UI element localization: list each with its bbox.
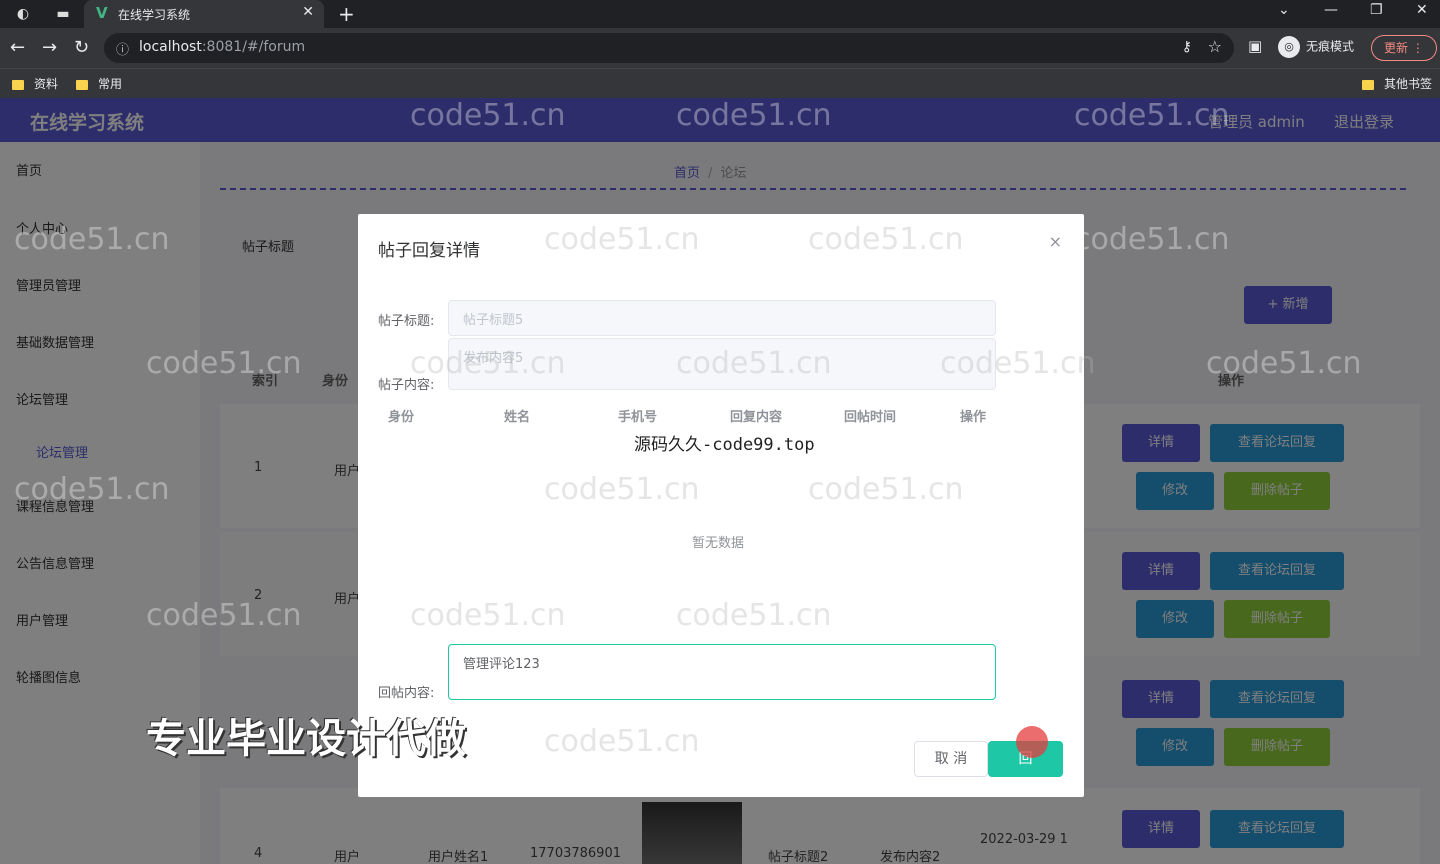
empty-state-text: 暂无数据 [692,536,745,551]
incognito-indicator[interactable]: ◎ 无痕模式 [1278,36,1354,58]
column-header-name: 姓名 [504,410,531,425]
other-bookmarks[interactable]: 其他书签 [1362,75,1432,92]
sidebar-toggle-icon[interactable]: ▣ [1248,37,1262,55]
site-info-icon[interactable]: ⓘ [116,39,129,58]
window-close-icon[interactable]: ✕ [1416,2,1428,18]
bookmark-folder[interactable]: 资料 [12,75,58,92]
new-tab-icon[interactable]: + [338,2,355,26]
url-text: localhost:8081/#/forum [139,39,306,55]
post-title-label: 帖子标题: [378,314,435,329]
bookmark-star-icon[interactable]: ☆ [1208,37,1222,56]
bookmarks-bar: 资料 常用 其他书签 [0,68,1440,98]
address-bar: ← → ↻ ⓘ localhost:8081/#/forum ⚷ ☆ ▣ ◎ 无痕… [0,28,1440,68]
browser-tab[interactable]: V 在线学习系统 ✕ [84,0,324,28]
post-content-field: 发布内容5 [448,338,996,390]
column-header-reply-time: 回帖时间 [844,410,897,425]
tab-title: 在线学习系统 [118,8,191,22]
source-text: 源码久久-code99.top [634,435,815,455]
incognito-icon: ◎ [1278,36,1300,58]
dialog-title: 帖子回复详情 [378,241,480,261]
column-header-phone: 手机号 [618,410,658,425]
reply-content-input[interactable]: 管理评论123 [448,644,996,700]
browser-tabbar: ◐ ▬ V 在线学习系统 ✕ + ⌄ — ❐ ✕ [0,0,1440,28]
post-title-field: 帖子标题5 [448,300,996,336]
password-key-icon[interactable]: ⚷ [1182,39,1192,55]
url-field[interactable]: ⓘ localhost:8081/#/forum ⚷ ☆ [104,33,1234,63]
minimize-icon[interactable]: — [1324,2,1338,18]
dialog-close-icon[interactable]: × [1049,232,1062,251]
tab-strip-icon[interactable]: ▬ [54,5,72,23]
reply-content-label: 回帖内容: [378,686,435,701]
tab-close-icon[interactable]: ✕ [302,4,314,20]
browser-menu-icon[interactable]: ◐ [14,5,32,23]
bookmark-folder[interactable]: 常用 [76,75,122,92]
promo-overlay-text: 专业毕业设计代做 [146,716,466,762]
reload-icon[interactable]: ↻ [74,37,89,58]
folder-icon [12,79,24,90]
folder-icon [1362,79,1374,90]
vue-logo-icon: V [96,4,108,22]
tab-search-icon[interactable]: ⌄ [1278,2,1290,18]
folder-icon [76,79,88,90]
cancel-button[interactable]: 取 消 [914,741,988,777]
column-header-identity: 身份 [388,410,415,425]
column-header-reply-content: 回复内容 [730,410,783,425]
back-icon[interactable]: ← [10,37,25,58]
post-content-label: 帖子内容: [378,378,435,393]
reply-detail-dialog: 帖子回复详情 × 帖子标题: 帖子标题5 帖子内容: 发布内容5 身份 姓名 手… [358,214,1084,797]
column-header-ops: 操作 [960,410,987,425]
forward-icon[interactable]: → [42,37,57,58]
restore-icon[interactable]: ❐ [1370,2,1383,18]
update-button[interactable]: 更新 ⋮ [1371,35,1437,61]
cursor-click-indicator [1016,726,1048,758]
